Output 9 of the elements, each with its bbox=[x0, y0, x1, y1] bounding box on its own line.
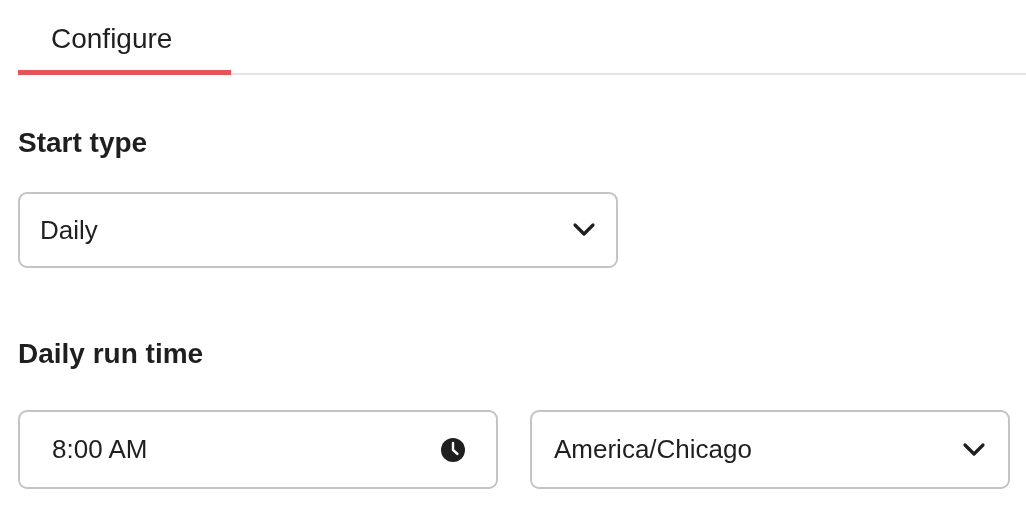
select-field[interactable]: Daily bbox=[18, 192, 618, 268]
field-label: Daily run time bbox=[18, 340, 204, 368]
chevron-down-icon bbox=[572, 222, 596, 238]
clock-icon bbox=[440, 436, 466, 463]
field-label: Start type bbox=[18, 129, 148, 157]
chevron-down-icon bbox=[962, 441, 986, 458]
tab[interactable]: Configure bbox=[18, 0, 231, 75]
time-field[interactable]: 8:00 AM bbox=[18, 410, 498, 489]
timezone-select[interactable]: America/Chicago bbox=[530, 410, 1010, 489]
